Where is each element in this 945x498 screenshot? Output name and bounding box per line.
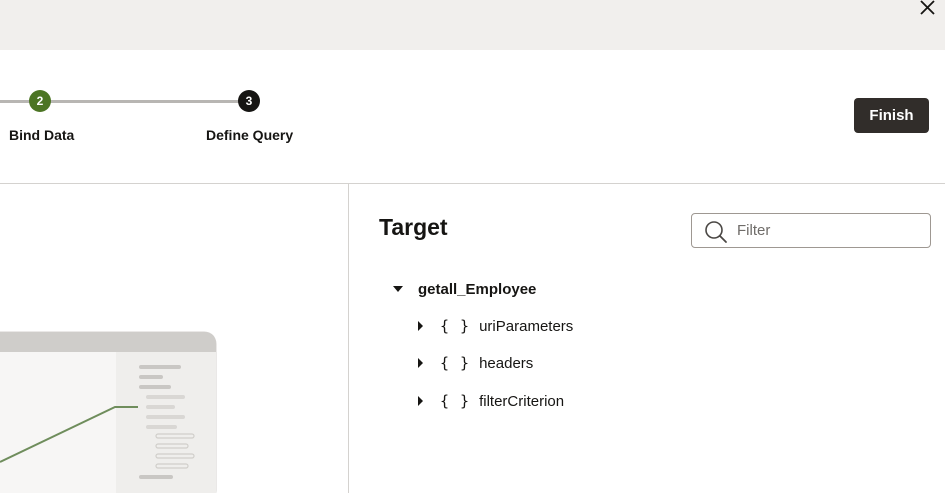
step-2-indicator[interactable]: 2 xyxy=(29,90,51,112)
object-icon: { } xyxy=(440,354,471,372)
tree-node-uri-parameters[interactable]: { } uriParameters xyxy=(414,315,573,337)
search-icon xyxy=(705,221,727,243)
tree-node-headers[interactable]: { } headers xyxy=(414,352,533,374)
mapping-illustration xyxy=(0,330,348,498)
tree-node-root[interactable]: getall_Employee xyxy=(390,278,536,300)
tree-node-label: getall_Employee xyxy=(418,280,537,298)
finish-button[interactable]: Finish xyxy=(854,98,929,133)
target-heading: Target xyxy=(379,214,448,240)
step-2-label[interactable]: Bind Data xyxy=(9,127,74,143)
caret-down-icon[interactable] xyxy=(390,281,406,297)
train-connector xyxy=(50,100,240,103)
step-3-label[interactable]: Define Query xyxy=(206,127,293,143)
step-train: 2 Bind Data 3 Define Query Finish xyxy=(0,50,945,184)
filter-input[interactable] xyxy=(737,214,922,247)
panel-divider xyxy=(348,183,349,493)
train-connector xyxy=(0,100,30,103)
dialog-header xyxy=(0,0,945,50)
close-button[interactable] xyxy=(917,0,939,18)
caret-right-icon[interactable] xyxy=(414,318,426,334)
object-icon: { } xyxy=(440,392,471,410)
tree-node-label: headers xyxy=(479,354,534,372)
tree-node-filter-criterion[interactable]: { } filterCriterion xyxy=(414,390,564,412)
tree-node-label: uriParameters xyxy=(479,317,574,335)
object-icon: { } xyxy=(440,317,471,335)
tree-node-label: filterCriterion xyxy=(479,392,565,410)
step-3-indicator[interactable]: 3 xyxy=(238,90,260,112)
close-icon xyxy=(920,0,935,15)
caret-right-icon[interactable] xyxy=(414,393,426,409)
filter-field[interactable] xyxy=(691,213,931,248)
caret-right-icon[interactable] xyxy=(414,355,426,371)
